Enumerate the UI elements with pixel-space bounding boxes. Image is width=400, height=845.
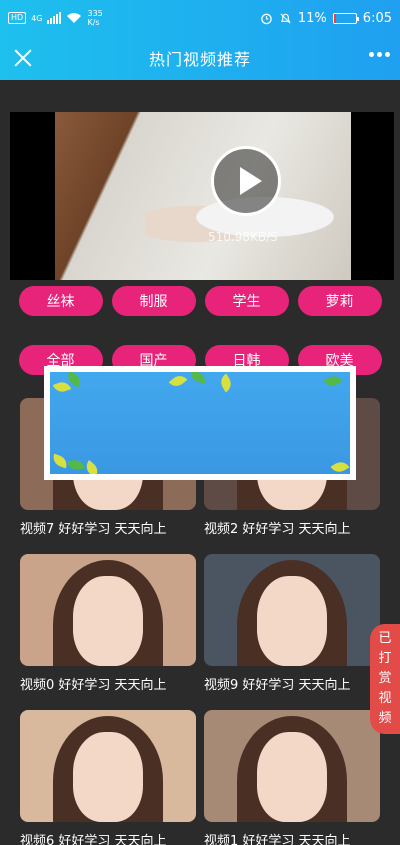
battery-icon [332, 12, 359, 24]
wifi-icon [67, 13, 82, 23]
status-right: 11% 6:05 [260, 11, 392, 26]
video-card[interactable]: 视频9 好好学习 天天向上 [204, 554, 380, 693]
status-left: HD 4G 335 K/s [8, 9, 103, 27]
play-icon[interactable] [211, 146, 281, 216]
video-card[interactable]: 视频1 好好学习 天天向上 [204, 710, 380, 845]
leaf-decoration [67, 458, 85, 472]
network-label: 4G [31, 13, 43, 23]
video-thumbnail[interactable] [20, 554, 196, 666]
battery-percent: 11% [297, 10, 327, 26]
video-title: 视频7 好好学习 天天向上 [20, 522, 167, 537]
reward-tab-char: 赏 [378, 671, 392, 686]
app-header: 热门视频推荐 [0, 36, 400, 80]
video-thumbnail[interactable] [20, 710, 196, 822]
clock: 6:05 [362, 10, 392, 26]
alarm-icon [261, 13, 272, 24]
video-player[interactable]: 510.98KB/S [10, 112, 394, 280]
reward-videos-tab[interactable]: 已 打 赏 视 频 [370, 624, 400, 734]
signal-icon [47, 12, 62, 24]
battery-level [333, 13, 337, 23]
leaf-decoration [52, 379, 72, 395]
mute-icon [280, 12, 291, 24]
category-tags-row1: 丝袜 制服 学生 萝莉 [0, 286, 400, 316]
more-icon[interactable] [369, 52, 390, 57]
video-title: 视频1 好好学习 天天向上 [204, 834, 351, 845]
video-thumbnail[interactable] [204, 710, 380, 822]
status-bar: HD 4G 335 K/s 11% 6:05 [0, 0, 400, 36]
video-thumbnail[interactable] [204, 554, 380, 666]
network-speed: 335 K/s [87, 9, 102, 27]
tag-button[interactable]: 学生 [204, 286, 289, 316]
reward-tab-char: 频 [378, 711, 392, 726]
video-title: 视频9 好好学习 天天向上 [204, 678, 351, 693]
video-title: 视频2 好好学习 天天向上 [204, 522, 351, 537]
close-icon[interactable] [10, 44, 38, 72]
leaf-decoration [217, 373, 235, 393]
speed-value: 335 [87, 9, 103, 18]
load-speed: 510.98KB/S [208, 230, 278, 244]
leaf-decoration [189, 372, 207, 384]
leaf-decoration [82, 460, 102, 474]
reward-tab-char: 已 [378, 631, 392, 646]
page-title: 热门视频推荐 [148, 50, 251, 69]
ad-banner[interactable] [44, 366, 356, 480]
video-title: 视频6 好好学习 天天向上 [20, 834, 167, 845]
reward-tab-char: 视 [378, 691, 392, 706]
tag-button[interactable]: 萝莉 [297, 286, 382, 316]
video-frame: 510.98KB/S [55, 112, 351, 280]
tag-button[interactable]: 丝袜 [18, 286, 103, 316]
video-card[interactable]: 视频0 好好学习 天天向上 [20, 554, 196, 693]
leaf-decoration [168, 372, 188, 390]
speed-unit: K/s [87, 18, 100, 27]
reward-tab-char: 打 [378, 651, 392, 666]
video-title: 视频0 好好学习 天天向上 [20, 678, 167, 693]
leaf-decoration [323, 372, 343, 390]
ad-image [50, 372, 350, 474]
video-card[interactable]: 视频6 好好学习 天天向上 [20, 710, 196, 845]
hd-badge: HD [8, 12, 27, 24]
tag-button[interactable]: 制服 [111, 286, 196, 316]
leaf-decoration [330, 458, 350, 474]
